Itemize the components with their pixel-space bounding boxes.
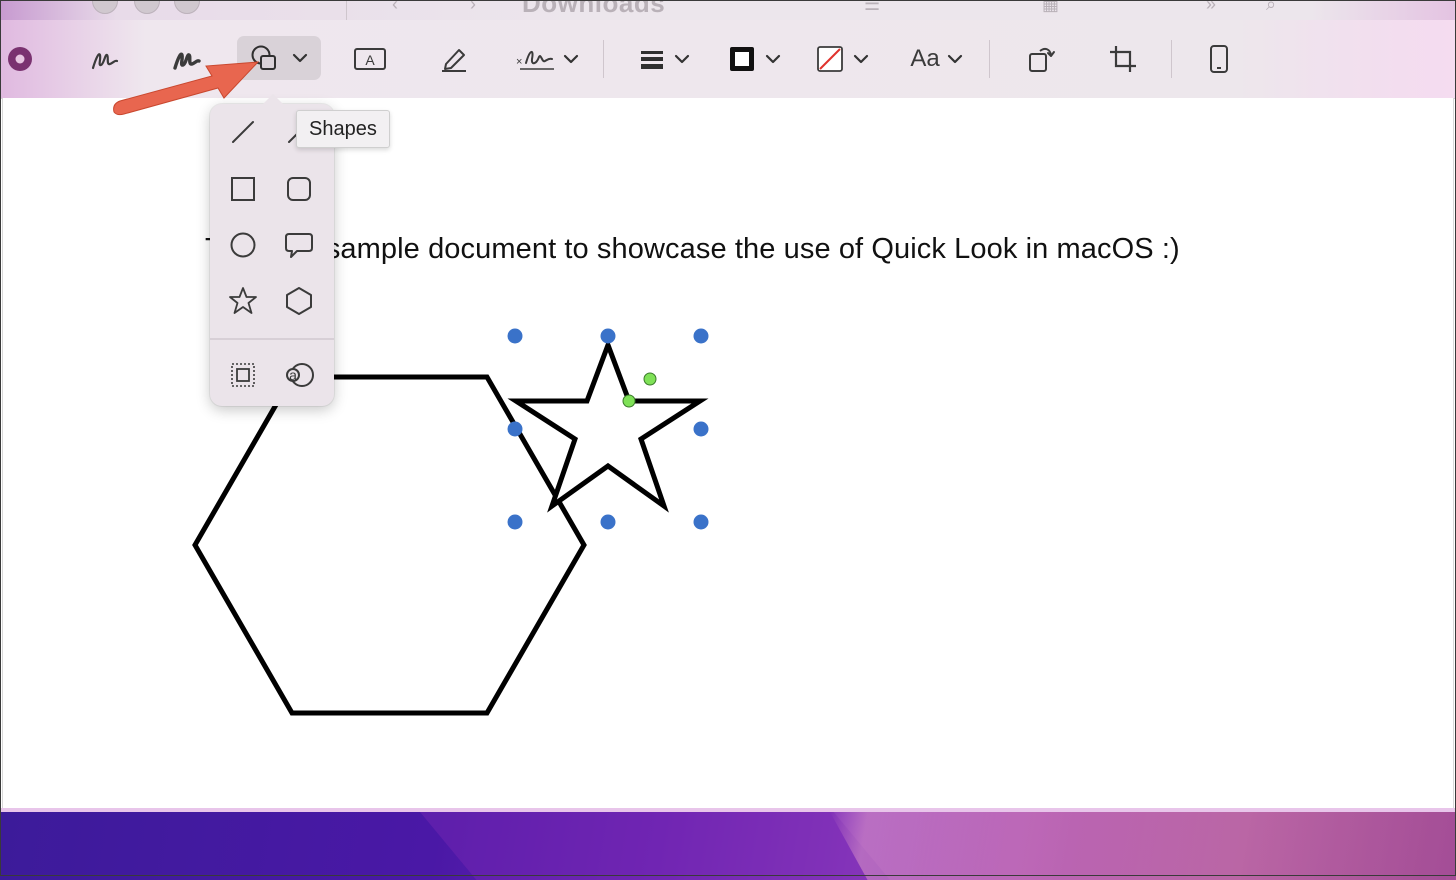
wallpaper-wave	[830, 812, 1456, 880]
arrow-icon	[113, 61, 260, 116]
annotation-arrow	[113, 61, 260, 116]
desktop-wallpaper	[0, 808, 1456, 880]
wallpaper-wave	[420, 812, 890, 880]
